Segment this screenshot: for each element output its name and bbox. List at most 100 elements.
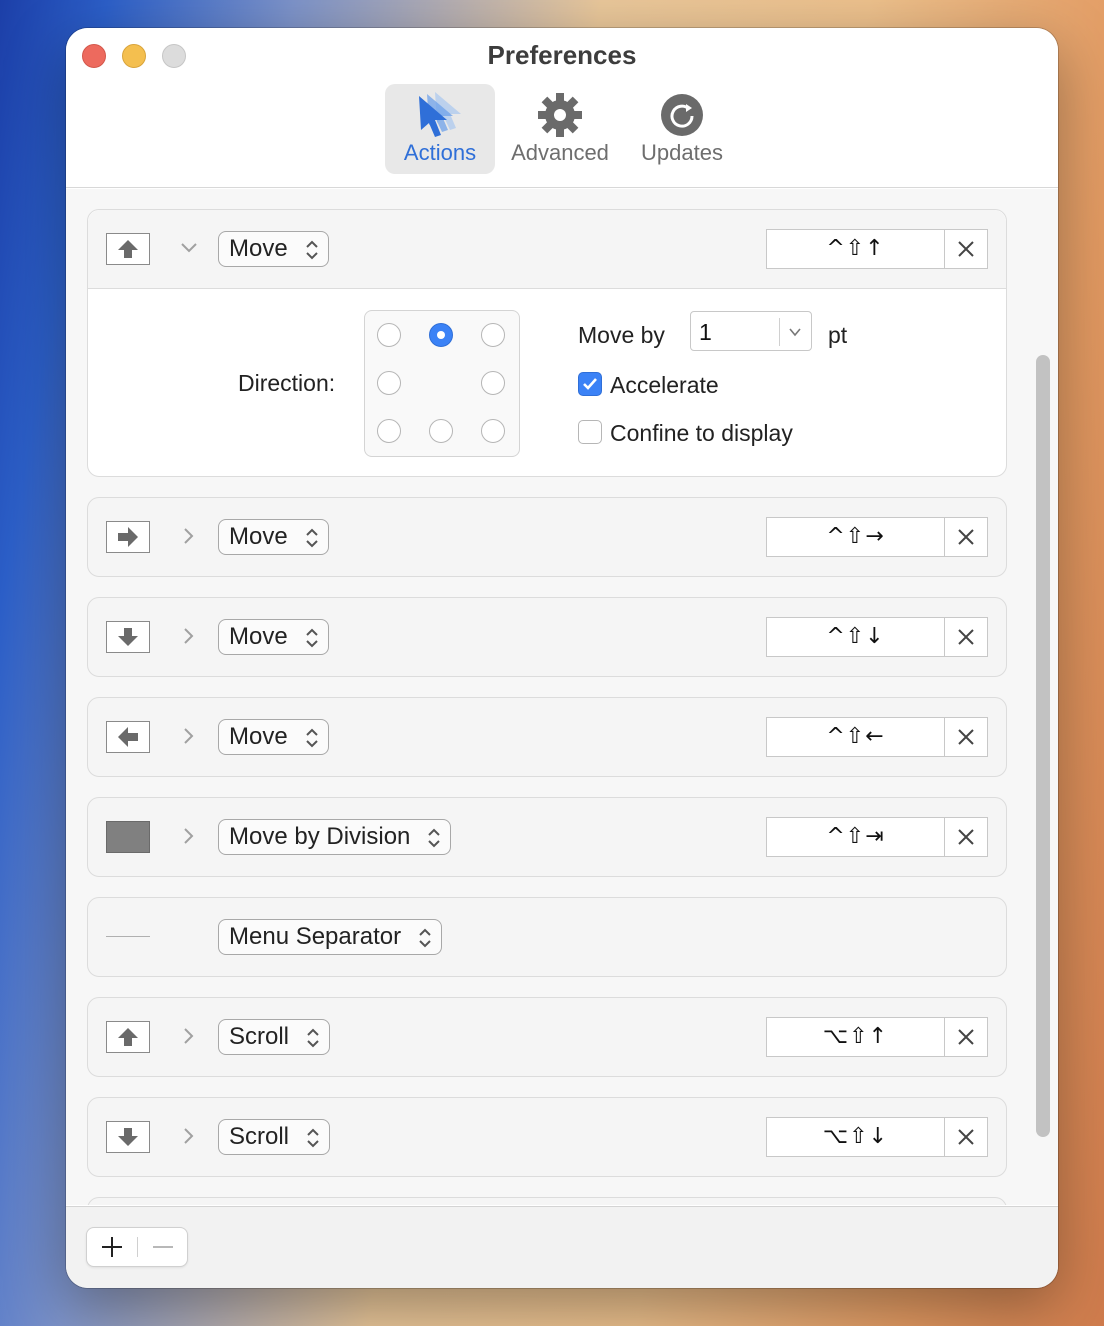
shortcut-recorder[interactable]: ^⇧→ bbox=[766, 517, 988, 557]
rectangle-icon bbox=[106, 821, 150, 853]
action-type-popup[interactable]: Move bbox=[218, 719, 329, 755]
clear-shortcut-button[interactable] bbox=[944, 1018, 987, 1056]
direction-down-right-radio[interactable] bbox=[481, 419, 505, 443]
cursor-arrow-icon bbox=[385, 90, 495, 140]
move-by-combobox[interactable]: 1 bbox=[690, 311, 812, 351]
checkmark-icon bbox=[583, 378, 597, 390]
action-row: Scroll ⌥⇧↑ bbox=[87, 997, 1007, 1077]
action-type-popup[interactable]: Move bbox=[218, 231, 329, 267]
arrow-left-icon bbox=[106, 721, 150, 753]
shortcut-keys: ^⇧→ bbox=[826, 524, 885, 549]
chevron-right-icon[interactable] bbox=[178, 1025, 200, 1047]
clear-shortcut-button[interactable] bbox=[944, 518, 987, 556]
direction-up-right-radio[interactable] bbox=[481, 323, 505, 347]
up-down-arrows-icon bbox=[305, 240, 318, 260]
chevron-down-icon[interactable] bbox=[785, 322, 805, 342]
direction-right-radio[interactable] bbox=[481, 371, 505, 395]
plus-icon bbox=[102, 1237, 122, 1257]
clear-shortcut-button[interactable] bbox=[944, 230, 987, 268]
clear-shortcut-button[interactable] bbox=[944, 618, 987, 656]
actions-list: Move ^⇧↑ Direction: Move by 1 pt Acceler… bbox=[66, 189, 1058, 1205]
titlebar: Preferences Actions Advanced Updates bbox=[66, 28, 1058, 188]
clear-shortcut-button[interactable] bbox=[944, 818, 987, 856]
chevron-down-icon[interactable] bbox=[178, 237, 200, 259]
action-row: Move by Division ^⇧⇥ bbox=[87, 797, 1007, 877]
clear-shortcut-button[interactable] bbox=[944, 1118, 987, 1156]
remove-action-button[interactable] bbox=[138, 1228, 188, 1266]
up-down-arrows-icon bbox=[307, 1128, 319, 1148]
chevron-right-icon[interactable] bbox=[178, 625, 200, 647]
action-row: Move ^⇧↑ Direction: Move by 1 pt Acceler… bbox=[87, 209, 1007, 477]
move-by-value[interactable]: 1 bbox=[699, 312, 712, 352]
arrow-right-icon bbox=[106, 521, 150, 553]
action-type-popup[interactable]: Menu Separator bbox=[218, 919, 443, 955]
shortcut-recorder[interactable]: ^⇧← bbox=[766, 717, 988, 757]
tab-updates-label: Updates bbox=[641, 140, 723, 165]
shortcut-recorder[interactable]: ^⇧↑ bbox=[766, 229, 988, 269]
shortcut-keys: ⌥⇧↓ bbox=[822, 1124, 889, 1149]
action-row-header: Move ^⇧↑ bbox=[88, 210, 1006, 289]
move-by-label: Move by bbox=[578, 322, 665, 348]
shortcut-keys: ^⇧⇥ bbox=[826, 824, 885, 849]
action-type-label: Move bbox=[229, 523, 288, 550]
action-type-popup[interactable]: Move bbox=[218, 519, 329, 555]
direction-grid bbox=[364, 310, 520, 457]
action-row: Scroll ⌥⇧↓ bbox=[87, 1097, 1007, 1177]
direction-label: Direction: bbox=[238, 370, 336, 396]
direction-up-radio[interactable] bbox=[429, 323, 453, 347]
chevron-right-icon[interactable] bbox=[178, 725, 200, 747]
chevron-right-icon[interactable] bbox=[178, 825, 200, 847]
action-type-popup[interactable]: Scroll bbox=[218, 1119, 331, 1155]
separator-line-icon bbox=[106, 936, 150, 937]
close-icon bbox=[958, 829, 974, 845]
action-type-label: Move bbox=[229, 235, 288, 262]
footer-bar bbox=[66, 1206, 1058, 1288]
arrow-down-icon bbox=[106, 1121, 150, 1153]
shortcut-keys: ^⇧↑ bbox=[826, 236, 885, 261]
close-icon bbox=[958, 241, 974, 257]
gear-icon bbox=[506, 90, 614, 140]
shortcut-recorder[interactable]: ^⇧↓ bbox=[766, 617, 988, 657]
up-down-arrows-icon bbox=[419, 928, 431, 948]
action-type-label: Move bbox=[229, 723, 288, 750]
direction-left-radio[interactable] bbox=[377, 371, 401, 395]
action-type-label: Scroll bbox=[229, 1023, 290, 1050]
shortcut-recorder[interactable]: ⌥⇧↓ bbox=[766, 1117, 988, 1157]
chevron-right-icon[interactable] bbox=[178, 525, 200, 547]
direction-down-radio[interactable] bbox=[429, 419, 453, 443]
direction-up-left-radio[interactable] bbox=[377, 323, 401, 347]
action-type-label: Scroll bbox=[229, 1123, 290, 1150]
direction-down-left-radio[interactable] bbox=[377, 419, 401, 443]
arrow-up-icon bbox=[106, 1021, 150, 1053]
tab-advanced-label: Advanced bbox=[511, 140, 609, 165]
action-type-popup[interactable]: Scroll bbox=[218, 1019, 331, 1055]
minus-icon bbox=[153, 1246, 173, 1248]
vertical-scrollbar[interactable] bbox=[1036, 355, 1050, 1137]
action-row: Move ^⇧← bbox=[87, 697, 1007, 777]
action-row: Menu Separator bbox=[87, 897, 1007, 977]
shortcut-keys: ⌥⇧↑ bbox=[822, 1024, 889, 1049]
tab-actions-label: Actions bbox=[403, 140, 477, 165]
add-remove-segmented-control bbox=[86, 1227, 188, 1267]
tab-advanced[interactable]: Advanced bbox=[506, 84, 614, 174]
action-type-label: Menu Separator bbox=[229, 923, 402, 950]
tab-updates[interactable]: Updates bbox=[632, 84, 732, 174]
chevron-right-icon[interactable] bbox=[178, 1125, 200, 1147]
close-icon bbox=[958, 1029, 974, 1045]
action-type-popup[interactable]: Move by Division bbox=[218, 819, 452, 855]
shortcut-recorder[interactable]: ^⇧⇥ bbox=[766, 817, 988, 857]
accelerate-label[interactable]: Accelerate bbox=[610, 372, 719, 399]
refresh-icon bbox=[632, 90, 732, 140]
confine-to-display-checkbox[interactable] bbox=[578, 420, 602, 444]
close-icon bbox=[958, 729, 974, 745]
add-action-button[interactable] bbox=[87, 1228, 137, 1266]
action-type-popup[interactable]: Move bbox=[218, 619, 329, 655]
confine-to-display-label[interactable]: Confine to display bbox=[610, 420, 793, 447]
unit-label: pt bbox=[828, 322, 848, 348]
shortcut-recorder[interactable]: ⌥⇧↑ bbox=[766, 1017, 988, 1057]
close-icon bbox=[958, 629, 974, 645]
tab-actions[interactable]: Actions bbox=[385, 84, 495, 174]
action-row: Move ^⇧↓ bbox=[87, 597, 1007, 677]
clear-shortcut-button[interactable] bbox=[944, 718, 987, 756]
accelerate-checkbox[interactable] bbox=[578, 372, 602, 396]
